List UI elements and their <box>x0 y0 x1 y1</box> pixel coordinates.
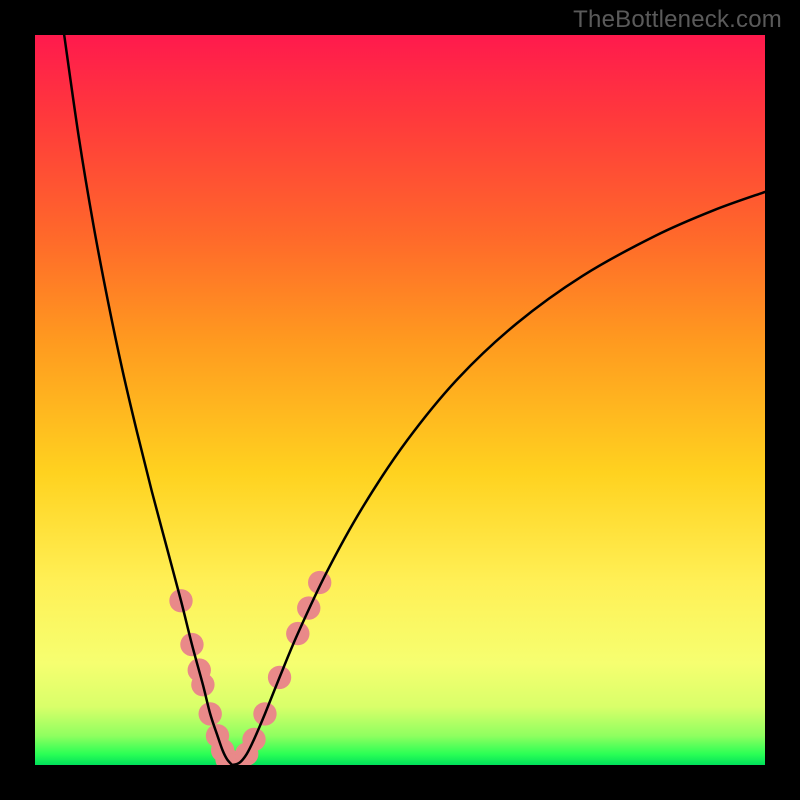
plot-area <box>35 35 765 765</box>
curve-layer <box>35 35 765 765</box>
chart-frame: TheBottleneck.com <box>0 0 800 800</box>
marker-point <box>308 571 331 594</box>
right-branch-curve <box>232 192 765 765</box>
left-branch-curve <box>64 35 232 765</box>
watermark-label: TheBottleneck.com <box>573 6 782 34</box>
markers-group <box>169 571 331 765</box>
